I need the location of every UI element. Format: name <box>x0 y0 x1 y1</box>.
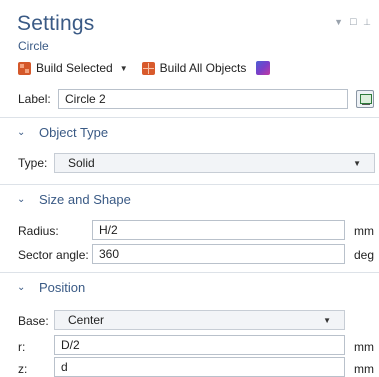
radius-unit: mm <box>354 224 374 238</box>
sector-angle-input[interactable] <box>92 244 345 264</box>
r-label: r: <box>18 340 26 354</box>
page-subtitle: Circle <box>18 39 49 53</box>
z-input[interactable] <box>54 357 345 377</box>
type-label: Type: <box>18 156 48 170</box>
chevron-down-icon[interactable]: ⌄ <box>17 127 31 138</box>
type-select[interactable]: Solid ▼ <box>54 153 375 173</box>
sector-row: Sector angle: <box>18 248 89 262</box>
dropdown-icon[interactable]: ▼ <box>334 17 343 28</box>
base-label: Base: <box>18 314 49 328</box>
base-value: Center <box>68 313 105 327</box>
window-controls: ▼ ☐ ⊥ <box>334 17 371 28</box>
z-label: z: <box>18 362 28 376</box>
section-title: Size and Shape <box>39 192 131 207</box>
build-selected-button[interactable]: Build Selected ▼ <box>18 61 128 75</box>
build-selected-label: Build Selected <box>36 61 113 75</box>
chevron-down-icon[interactable]: ▼ <box>120 64 128 73</box>
sector-angle-unit: deg <box>354 248 375 262</box>
base-select[interactable]: Center ▼ <box>54 310 345 330</box>
radius-input[interactable] <box>92 220 345 240</box>
build-all-icon <box>141 61 155 75</box>
label-caption: Label: <box>18 92 51 106</box>
r-unit: mm <box>354 340 374 354</box>
section-title: Position <box>39 280 86 295</box>
page-title: Settings <box>17 12 95 35</box>
sector-angle-label: Sector angle: <box>18 248 89 262</box>
section-size-shape[interactable]: ⌄ Size and Shape <box>0 184 379 214</box>
base-row: Base: <box>18 314 49 328</box>
build-all-label: Build All Objects <box>159 61 247 75</box>
section-title: Object Type <box>39 125 109 140</box>
section-object-type[interactable]: ⌄ Object Type <box>0 117 379 147</box>
pin-icon[interactable]: ⊥ <box>363 17 371 28</box>
plot-icon[interactable] <box>256 61 271 75</box>
label-edit-icon[interactable] <box>356 90 374 108</box>
section-position[interactable]: ⌄ Position <box>0 272 379 302</box>
r-input[interactable] <box>54 335 345 355</box>
z-unit: mm <box>354 362 374 376</box>
label-input[interactable] <box>58 89 348 109</box>
settings-header: Settings Circle ▼ ☐ ⊥ Build Selected ▼ B… <box>0 0 379 117</box>
type-value: Solid <box>68 156 95 170</box>
r-row: r: <box>18 340 25 354</box>
chevron-down-icon[interactable]: ⌄ <box>17 282 31 293</box>
type-row: Type: <box>18 156 47 170</box>
maximize-icon[interactable]: ☐ <box>349 17 357 28</box>
chevron-down-icon: ▼ <box>323 315 331 325</box>
build-all-button[interactable]: Build All Objects <box>141 61 247 75</box>
radius-label: Radius: <box>18 224 59 238</box>
toolbar: Build Selected ▼ Build All Objects <box>18 59 271 77</box>
label-row: Label: <box>18 89 348 109</box>
z-row: z: <box>18 362 27 376</box>
radius-row: Radius: <box>18 224 59 238</box>
chevron-down-icon[interactable]: ⌄ <box>17 194 31 205</box>
build-selected-icon <box>18 61 31 75</box>
chevron-down-icon: ▼ <box>353 158 361 168</box>
